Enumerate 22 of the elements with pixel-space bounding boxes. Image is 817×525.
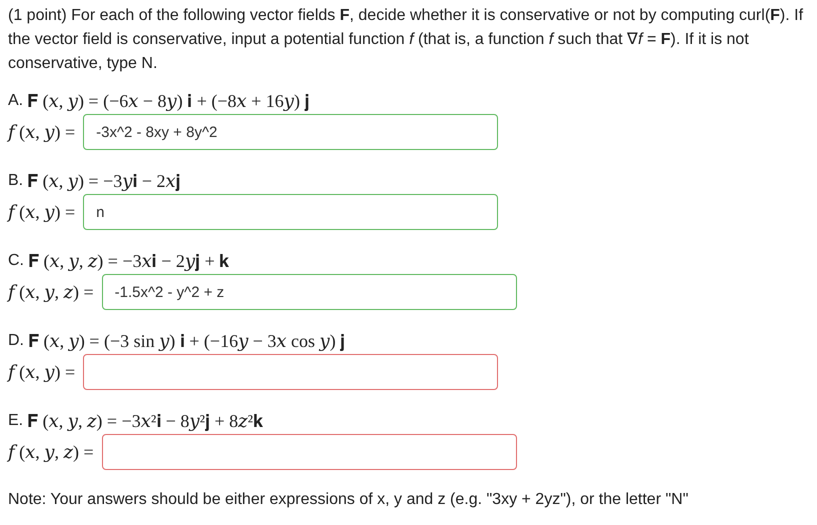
answer-field[interactable]: -3x^2 - 8xy + 8y^2 xyxy=(83,114,498,150)
part-label: C. xyxy=(8,251,24,271)
potential-function-label: 𝑓 (𝑥, 𝑦) = xyxy=(8,361,76,384)
potential-function-label: 𝑓 (𝑥, 𝑦) = xyxy=(8,121,76,144)
answer-field[interactable]: -1.5x^2 - y^2 + z xyxy=(102,274,517,310)
problem-statement: (1 point) For each of the following vector fields F, decide whether it is conservative or not by computing curl(F). If the vector field is conservative, input a potential function f (that is, a function f such that ∇f = F). If it is not conservative, type N. xyxy=(8,6,804,74)
part-label: D. xyxy=(8,331,24,351)
vector-field-formula: 𝐅 (𝑥, 𝑦) = (−6𝑥 − 8𝑦) 𝐢 + (−8𝑥 + 16𝑦) 𝐣 xyxy=(27,90,310,113)
potential-function-label: 𝑓 (𝑥, 𝑦) = xyxy=(8,201,76,224)
vector-field-formula: 𝐅 (𝑥, 𝑦) = −3𝑦𝐢 − 2𝑥𝐣 xyxy=(27,170,181,193)
vector-field-formula: 𝐅 (𝑥, 𝑦, 𝑧) = −3𝑥𝐢 − 2𝑦𝐣 + 𝐤 xyxy=(28,250,230,273)
part-label: B. xyxy=(8,171,24,191)
note-text: Note: Your answers should be either expressions of x, y and z (e.g. "3xy + 2yz"), or the letter "N" xyxy=(8,490,690,510)
potential-function-label: 𝑓 (𝑥, 𝑦, 𝑧) = xyxy=(8,281,94,304)
vector-field-formula: 𝐅 (𝑥, 𝑦) = (−3 sin 𝑦) 𝐢 + (−16𝑦 − 3𝑥 cos 𝑦) 𝐣 xyxy=(28,330,346,353)
potential-function-label: 𝑓 (𝑥, 𝑦, 𝑧) = xyxy=(8,441,94,464)
vector-field-formula: 𝐅 (𝑥, 𝑦, 𝑧) = −3𝑥²𝐢 − 8𝑦²𝐣 + 8𝑧²𝐤 xyxy=(27,410,264,433)
part-label: E. xyxy=(8,411,24,431)
answer-field[interactable] xyxy=(83,354,498,390)
part-label: A. xyxy=(8,91,24,111)
answer-field[interactable]: n xyxy=(83,194,498,230)
answer-field[interactable] xyxy=(102,434,517,470)
